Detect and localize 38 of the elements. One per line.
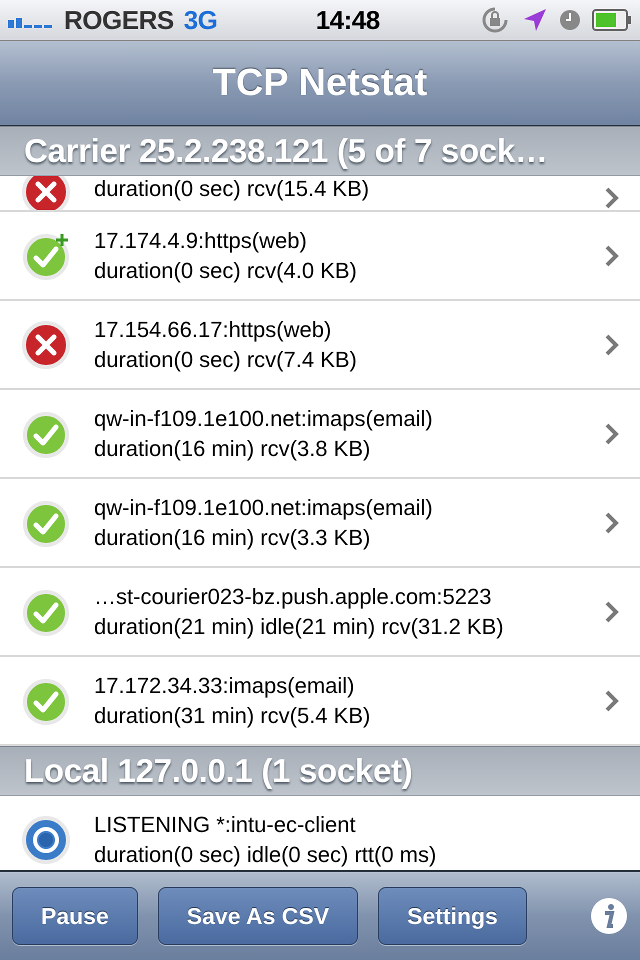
chevron-icon — [604, 422, 620, 446]
connection-address: 17.174.4.9:https(web) — [94, 228, 308, 254]
connection-details: duration(21 min) idle(21 min) rcv(31.2 KB) — [94, 614, 505, 640]
toolbar-button[interactable]: Settings — [378, 887, 527, 945]
network-type: 3G — [184, 4, 218, 36]
connection-address: qw-in-f109.1e100.net:imaps(email) — [94, 494, 434, 520]
radio-icon — [20, 814, 72, 866]
connection-details: duration(0 sec) rcv(4.0 KB) — [94, 258, 358, 284]
section-title: Local 127.0.0.1 (1 socket) — [24, 752, 412, 790]
chevron-icon — [604, 244, 620, 268]
connection-address: qw-in-f109.1e100.net:imaps(email) — [94, 406, 434, 432]
connection-address: 17.172.34.33:imaps(email) — [94, 672, 356, 698]
connection-address: LISTENING *:intu-ec-client — [94, 812, 357, 838]
connection-row[interactable]: duration(0 sec) rcv(15.4 KB) — [0, 176, 640, 212]
connection-address: …st-courier023-bz.push.apple.com:5223 — [94, 584, 492, 610]
connection-details: duration(0 sec) rcv(15.4 KB) — [94, 176, 370, 202]
chevron-icon — [604, 510, 620, 534]
connection-address: 17.154.66.17:https(web) — [94, 316, 332, 342]
chevron-icon — [604, 332, 620, 356]
info-icon[interactable] — [590, 897, 628, 935]
chevron-icon — [604, 688, 620, 712]
clock: 14:48 — [316, 4, 380, 36]
chevron-icon — [604, 186, 620, 210]
connection-details: duration(0 sec) rcv(7.4 KB) — [94, 346, 358, 372]
screen-title: TCP Netstat — [212, 62, 428, 104]
connection-details: duration(0 sec) idle(0 sec) rtt(0 ms) — [94, 842, 438, 868]
toolbar-button[interactable]: Pause — [12, 887, 138, 945]
connection-details: duration(16 min) rcv(3.8 KB) — [94, 436, 372, 462]
chevron-icon — [604, 600, 620, 624]
error-icon — [20, 318, 72, 370]
location-arrow-icon — [522, 7, 548, 33]
section-title: Carrier 25.2.238.121 (5 of 7 sock… — [24, 132, 548, 170]
connection-details: duration(16 min) rcv(3.3 KB) — [94, 524, 372, 550]
carrier-name: ROGERS — [64, 4, 174, 36]
toolbar-button[interactable]: Save As CSV — [158, 887, 358, 945]
clock-icon — [558, 8, 582, 32]
battery-icon — [592, 9, 632, 31]
connection-details: duration(31 min) rcv(5.4 KB) — [94, 702, 372, 728]
